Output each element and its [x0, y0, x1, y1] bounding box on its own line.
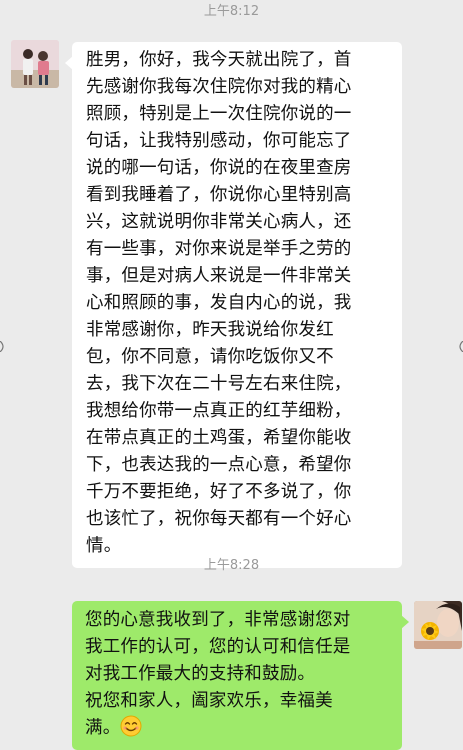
- message-text-line: 我工作的认可，您的认可和信任是: [85, 637, 351, 657]
- message-text-line: 有一些事，对你来说是举手之劳的: [86, 239, 352, 259]
- message-text-line: 千万不要拒绝，好了不多说了，你: [86, 482, 352, 502]
- message-text-line: 也该忙了，祝你每天都有一个好心: [86, 509, 352, 529]
- message-text-line: 胜男，你好，我今天就出院了，首: [86, 50, 352, 70]
- contact-avatar[interactable]: [11, 40, 59, 88]
- message-text-line: 祝您和家人，阖家欢乐，幸福美: [85, 691, 333, 711]
- message-text-line-with-emoji: 满。: [85, 715, 392, 742]
- message-text-line: 下，也表达我的一点心意，希望你: [86, 455, 352, 475]
- message-text-line: 兴，这就说明你非常关心病人，还: [86, 212, 352, 232]
- message-text-line: 对我工作最大的支持和鼓励。: [85, 664, 316, 684]
- message-text-line: 先感谢你我每次住院你对我的精心: [86, 77, 352, 97]
- message-text-line: 包，你不同意，请你吃饭你又不: [86, 347, 334, 367]
- message-text-line: 说的哪一句话，你说的在夜里查房: [86, 158, 352, 178]
- contact-avatar-photo-icon: [11, 40, 59, 88]
- message-text-fragment: 满。: [85, 718, 121, 738]
- message-text-line: 我想给你带一点真正的红芋细粉，: [86, 401, 352, 421]
- incoming-message-bubble[interactable]: 胜男，你好，我今天就出院了，首 先感谢你我每次住院你对我的精心 照顾，特别是上一…: [65, 42, 402, 568]
- message-text-line: 看到我睡着了，你说你心里特别高: [86, 185, 352, 205]
- chat-view: 上午8:12 胜男，你好，我今天就出院了，首 先感谢你我每次住院你对我的精心 照…: [0, 0, 463, 750]
- my-avatar[interactable]: [414, 601, 462, 649]
- scroll-edge-left-icon: [0, 341, 4, 352]
- message-text-line: 心和照顾的事，发自内心的说，我: [86, 293, 352, 313]
- message-text-line: 您的心意我收到了，非常感谢您对: [85, 610, 351, 630]
- message-text-line: 照顾，特别是上一次住院你说的一: [86, 104, 352, 124]
- message-timestamp: 上午8:12: [203, 4, 260, 19]
- outgoing-message-bubble[interactable]: 您的心意我收到了，非常感谢您对 我工作的认可，您的认可和信任是 对我工作最大的支…: [72, 601, 409, 750]
- message-text-line: 非常感谢你，昨天我说给你发红: [86, 320, 334, 340]
- message-text-line: 在带点真正的土鸡蛋，希望你能收: [86, 428, 352, 448]
- smile-emoji-icon: [120, 715, 142, 737]
- message-text-line: 事，但是对病人来说是一件非常关: [86, 266, 352, 286]
- message-text-line: 情。: [86, 536, 122, 556]
- message-text-line: 去，我下次在二十号左右来住院，: [86, 374, 352, 394]
- scroll-edge-right-icon: [459, 341, 463, 352]
- message-text-line: 句话，让我特别感动，你可能忘了: [86, 131, 352, 151]
- my-avatar-photo-icon: [414, 601, 462, 649]
- message-timestamp: 上午8:28: [203, 558, 260, 573]
